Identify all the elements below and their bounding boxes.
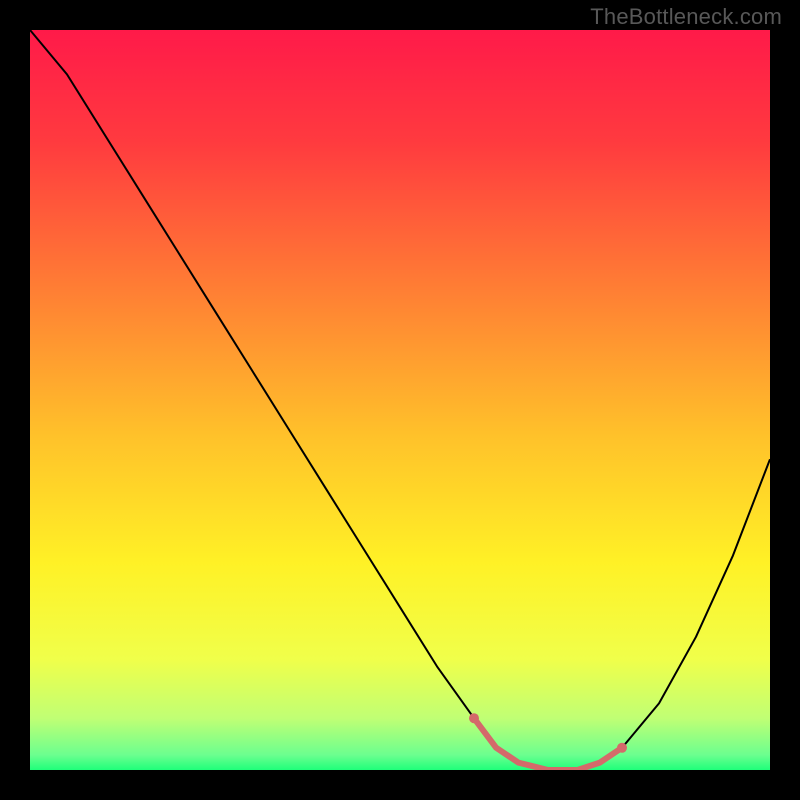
gradient-background: [30, 30, 770, 770]
watermark-label: TheBottleneck.com: [590, 4, 782, 30]
plot-area: [30, 30, 770, 770]
chart-container: TheBottleneck.com: [0, 0, 800, 800]
chart-svg: [30, 30, 770, 770]
highlight-endpoint: [469, 713, 479, 723]
highlight-endpoint: [617, 743, 627, 753]
